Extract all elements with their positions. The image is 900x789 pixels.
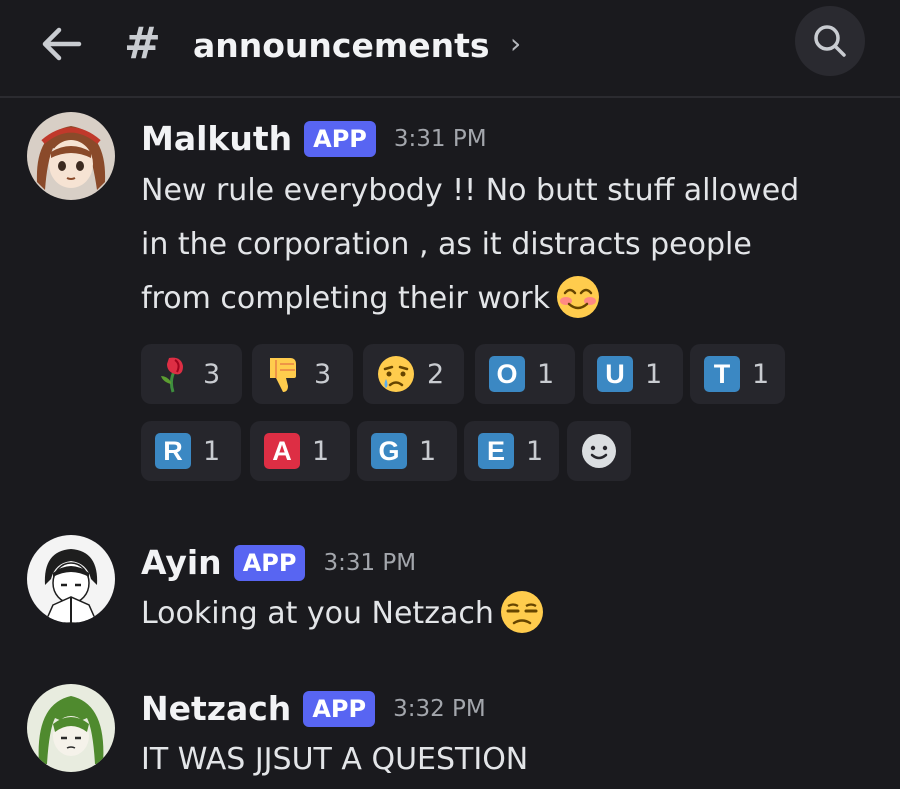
reaction-letter-o[interactable]: O 1 (475, 344, 575, 404)
message-header: Malkuth APP 3:31 PM (141, 119, 487, 159)
channel-hash-icon: # (124, 18, 161, 69)
reaction-letter-r[interactable]: R 1 (141, 421, 241, 481)
add-reaction-button[interactable] (567, 421, 631, 481)
thumbs-down-icon (270, 358, 296, 392)
message-text-line-with-emoji: Looking at you Netzach (141, 587, 544, 641)
chevron-right-icon[interactable]: › (510, 24, 521, 64)
reaction-count: 1 (312, 435, 330, 467)
reaction-count: 1 (203, 435, 221, 467)
avatar-malkuth[interactable] (27, 112, 115, 200)
app-badge: APP (303, 691, 376, 727)
app-badge: APP (233, 545, 306, 581)
timestamp: 3:31 PM (393, 126, 487, 152)
message-header: Netzach APP 3:32 PM (141, 689, 486, 729)
unamused-face-icon (500, 590, 543, 633)
timestamp: 3:32 PM (393, 696, 486, 722)
message-text: from completing their work (141, 281, 550, 316)
reaction-count: 1 (526, 435, 544, 467)
regional-indicator-e-icon: E (478, 433, 514, 469)
username[interactable]: Ayin (141, 543, 222, 583)
arrow-left-icon (42, 27, 82, 61)
reaction-count: 3 (314, 358, 332, 390)
message-text-line: IT WAS JJSUT A QUESTION (141, 742, 529, 777)
search-button[interactable] (795, 6, 865, 76)
message-text: Looking at you Netzach (141, 596, 494, 631)
reaction-wilted-flower[interactable]: 3 (141, 344, 242, 404)
avatar-netzach[interactable] (27, 684, 115, 772)
reaction-letter-t[interactable]: T 1 (690, 344, 785, 404)
regional-indicator-g-icon: G (371, 433, 407, 469)
reaction-crying-face[interactable]: 2 (363, 344, 464, 404)
wilted-flower-icon (161, 357, 183, 393)
regional-indicator-o-icon: O (489, 356, 525, 392)
reaction-letter-g[interactable]: G 1 (357, 421, 457, 481)
channel-header: # announcements › (0, 0, 900, 98)
reaction-count: 1 (752, 358, 770, 390)
reaction-thumbs-down[interactable]: 3 (252, 344, 353, 404)
reaction-count: 1 (537, 358, 555, 390)
channel-name[interactable]: announcements (193, 26, 490, 66)
reaction-count: 2 (427, 358, 445, 390)
search-icon (814, 25, 846, 57)
add-reaction-icon (582, 434, 616, 468)
message-text-line: New rule everybody !! No butt stuff allo… (141, 173, 800, 208)
reaction-count: 1 (419, 435, 437, 467)
message-text-line: in the corporation , as it distracts peo… (141, 227, 752, 262)
reaction-count: 3 (203, 358, 221, 390)
reaction-letter-u[interactable]: U 1 (583, 344, 683, 404)
reaction-letter-e[interactable]: E 1 (464, 421, 559, 481)
regional-indicator-a-icon: A (264, 433, 300, 469)
regional-indicator-t-icon: T (704, 356, 740, 392)
message-text-line-with-emoji: from completing their work (141, 272, 600, 326)
reaction-letter-a[interactable]: A 1 (250, 421, 350, 481)
timestamp: 3:31 PM (323, 550, 417, 576)
avatar-ayin[interactable] (27, 535, 115, 623)
app-badge: APP (304, 121, 376, 157)
back-button[interactable] (36, 22, 86, 66)
smiling-face-with-blush-icon (556, 275, 599, 318)
username[interactable]: Malkuth (141, 119, 292, 159)
regional-indicator-u-icon: U (597, 356, 633, 392)
regional-indicator-r-icon: R (155, 433, 191, 469)
reaction-count: 1 (645, 358, 663, 390)
crying-face-icon (378, 356, 414, 392)
username[interactable]: Netzach (141, 689, 291, 729)
message-header: Ayin APP 3:31 PM (141, 543, 416, 583)
